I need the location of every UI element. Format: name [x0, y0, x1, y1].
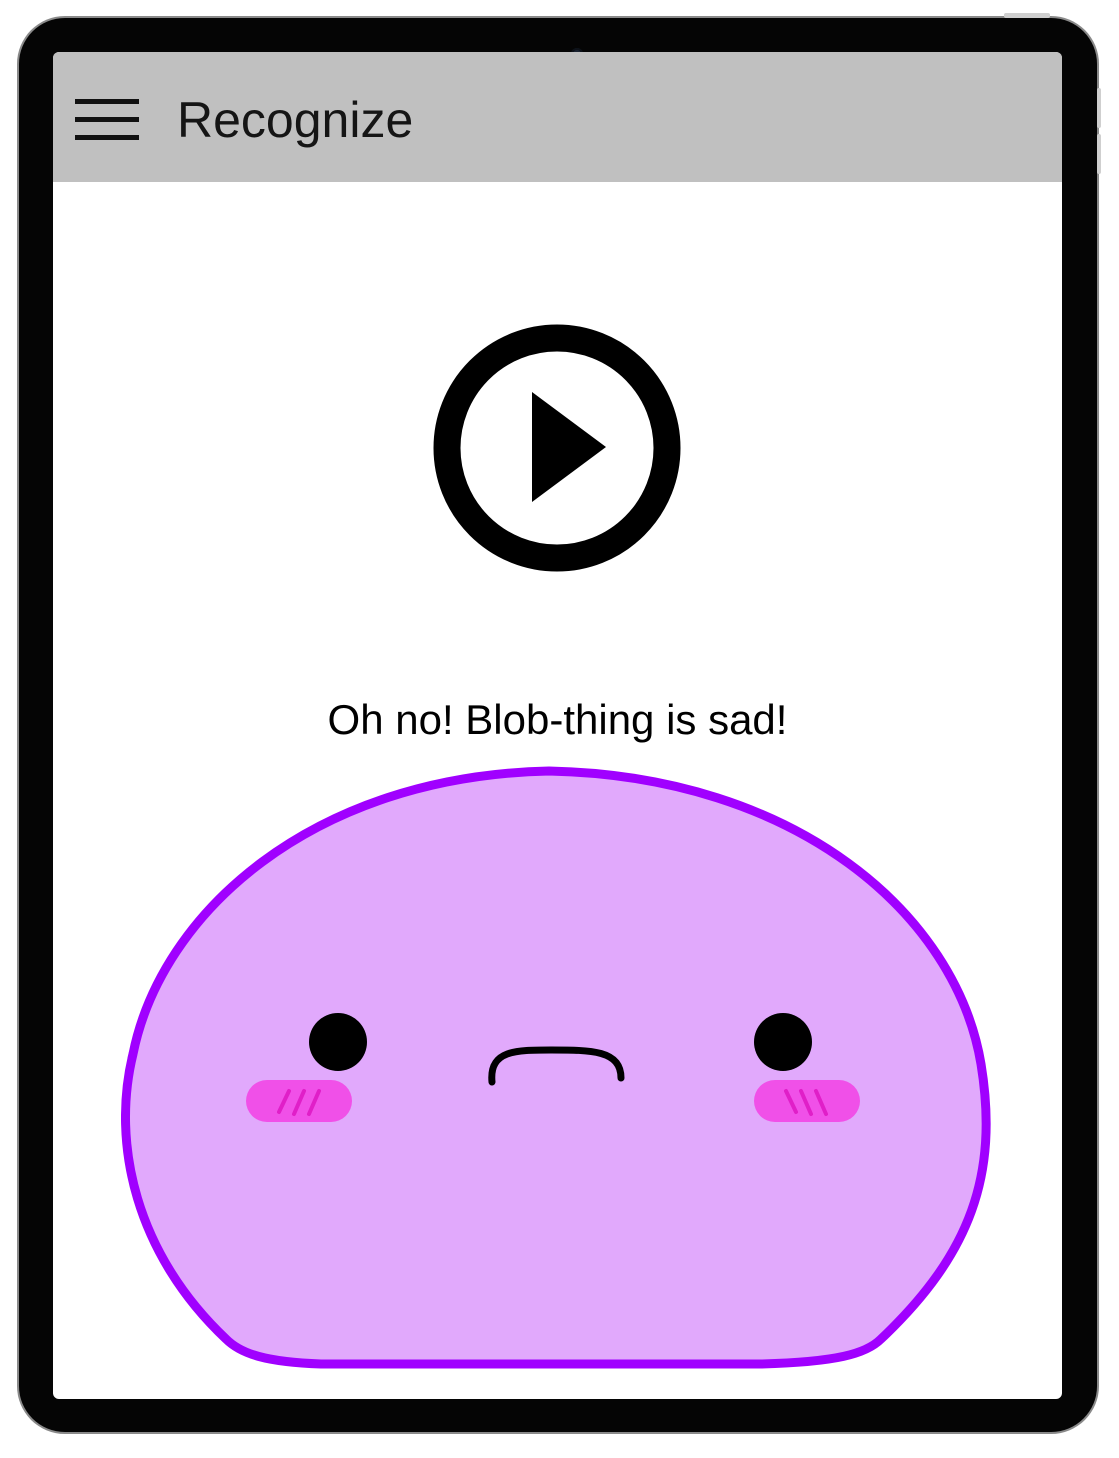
volume-up-button [1097, 88, 1101, 128]
sad-blob-illustration [121, 766, 991, 1369]
status-message: Oh no! Blob-thing is sad! [327, 696, 788, 743]
menu-line [75, 135, 139, 140]
menu-line [75, 99, 139, 104]
menu-line [75, 117, 139, 122]
app-bar: Recognize [53, 52, 1062, 182]
left-eye [309, 1013, 367, 1071]
play-button[interactable] [433, 324, 681, 572]
hamburger-menu-icon[interactable] [75, 99, 139, 143]
right-blush [754, 1080, 860, 1122]
left-blush [246, 1080, 352, 1122]
volume-down-button [1097, 134, 1101, 174]
right-eye [754, 1013, 812, 1071]
page-title: Recognize [177, 92, 414, 148]
power-button [1004, 13, 1050, 18]
app-screen: Recognize Oh no! Blob-thing is sad! [53, 52, 1062, 1399]
blob-body [121, 766, 991, 1369]
